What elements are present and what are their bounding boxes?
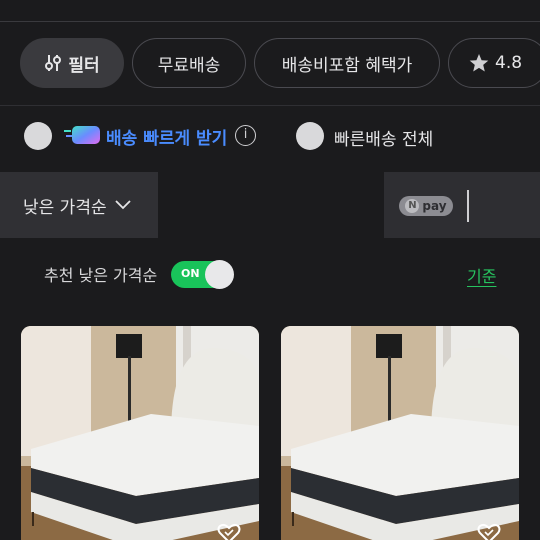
npay-filter[interactable]: N pay [384, 172, 540, 238]
toggle-state-text: ON [181, 267, 200, 280]
fast-delivery-label-bold: 배송 [106, 129, 138, 149]
sort-dropdown[interactable]: 낮은 가격순 [0, 172, 158, 238]
section-divider [0, 105, 540, 106]
sort-selected-label: 낮은 가격순 [23, 197, 107, 218]
shipping-included-label: 배송비포함 혜택가 [281, 55, 413, 76]
fast-delivery-radio[interactable] [24, 122, 52, 150]
npay-badge: N pay [399, 196, 453, 216]
top-divider [0, 21, 540, 22]
shipping-included-chip[interactable]: 배송비포함 혜택가 [254, 38, 440, 88]
free-shipping-chip[interactable]: 무료배송 [132, 38, 246, 88]
toggle-knob [205, 260, 234, 289]
free-shipping-label: 무료배송 [157, 55, 221, 76]
fast-delivery-truck-icon [64, 126, 100, 144]
npay-n-icon: N [405, 199, 420, 213]
product-card[interactable] [281, 326, 519, 540]
filter-button[interactable]: 필터 [20, 38, 124, 88]
filter-label: 필터 [68, 55, 100, 76]
filter-chip-row: 필터 무료배송 배송비포함 혜택가 4.8 [20, 38, 540, 88]
npay-divider [467, 190, 469, 222]
rating-label: 4.8 [495, 53, 523, 73]
criteria-link[interactable]: 기준 [467, 263, 496, 287]
all-fast-delivery-label[interactable]: 빠른배송 전체 [334, 125, 433, 150]
heart-icon[interactable] [477, 522, 501, 540]
heart-icon[interactable] [217, 522, 241, 540]
product-image [281, 326, 519, 540]
recommend-label: 추천 낮은 가격순 [44, 266, 158, 285]
product-image [21, 326, 259, 540]
fast-delivery-label[interactable]: 배송 빠르게 받기 [106, 124, 227, 149]
product-card[interactable] [21, 326, 259, 540]
star-icon [469, 54, 489, 72]
chevron-down-icon [114, 200, 131, 210]
npay-badge-text: pay [422, 199, 447, 213]
info-icon[interactable]: i [235, 125, 256, 146]
fast-delivery-label-rest: 빠르게 받기 [143, 129, 228, 149]
recommend-toggle[interactable]: ON [171, 260, 234, 289]
delivery-filter-row: 배송 빠르게 받기 i 빠른배송 전체 [24, 122, 524, 150]
rating-chip[interactable]: 4.8 [448, 38, 540, 88]
sliders-icon [45, 55, 62, 71]
search-results-page: 필터 무료배송 배송비포함 혜택가 4.8 배송 빠르게 받기 i 빠른배송 전… [0, 0, 540, 540]
all-fast-delivery-radio[interactable] [296, 122, 324, 150]
info-icon-glyph: i [243, 127, 248, 142]
